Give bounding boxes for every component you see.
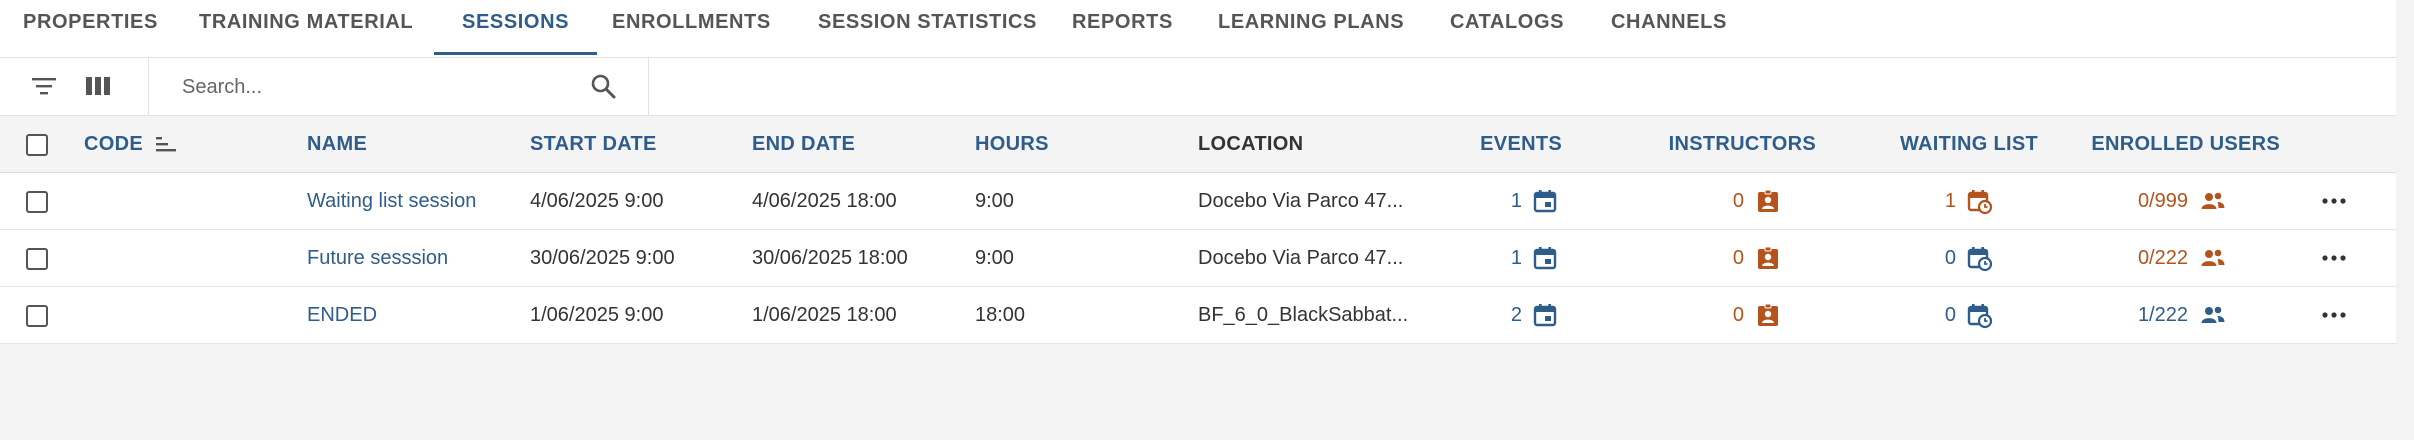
tab-learning-plans[interactable]: LEARNING PLANS: [1218, 0, 1404, 57]
calendar-icon[interactable]: [1533, 303, 1557, 327]
sessions-table: CODE NAME START DATE END DATE HOURS LOCA…: [0, 116, 2396, 344]
search-box: [150, 58, 648, 115]
session-hours: 9:00: [975, 247, 1014, 269]
instructor-badge-icon[interactable]: [1756, 189, 1780, 213]
session-hours: 9:00: [975, 190, 1014, 212]
instructors-count[interactable]: 0: [1650, 173, 1744, 229]
events-count[interactable]: 1: [1450, 173, 1522, 229]
session-location: Docebo Via Parco 47...: [1198, 247, 1404, 269]
session-start-date: 1/06/2025 9:00: [530, 304, 664, 326]
tab-catalogs[interactable]: CATALOGS: [1450, 0, 1564, 57]
calendar-clock-icon[interactable]: [1967, 246, 1993, 272]
users-icon[interactable]: [2200, 303, 2225, 327]
sort-icon[interactable]: [154, 134, 178, 158]
search-input[interactable]: [180, 70, 564, 104]
column-header-hours[interactable]: HOURS: [975, 116, 1049, 172]
events-count[interactable]: 1: [1450, 230, 1522, 286]
enrolled-users-count[interactable]: 0/999: [2080, 173, 2188, 229]
column-header-location: LOCATION: [1198, 133, 1304, 155]
column-header-waiting-list[interactable]: WAITING LIST: [1860, 116, 2038, 172]
session-end-date: 1/06/2025 18:00: [752, 304, 897, 326]
sessions-page: PROPERTIES TRAINING MATERIAL SESSIONS EN…: [0, 0, 2414, 440]
session-start-date: 30/06/2025 9:00: [530, 247, 675, 269]
instructors-count[interactable]: 0: [1650, 230, 1744, 286]
enrolled-users-count[interactable]: 0/222: [2080, 230, 2188, 286]
toolbar: [0, 58, 2396, 116]
more-options-icon[interactable]: [2320, 303, 2348, 327]
session-location: BF_6_0_BlackSabbat...: [1198, 304, 1409, 326]
tab-training-material[interactable]: TRAINING MATERIAL: [199, 0, 413, 57]
session-end-date: 4/06/2025 18:00: [752, 190, 897, 212]
column-header-end-date[interactable]: END DATE: [752, 116, 855, 172]
select-all-checkbox[interactable]: [26, 134, 48, 156]
toolbar-divider: [648, 58, 649, 115]
more-options-icon[interactable]: [2320, 189, 2348, 213]
column-header-name[interactable]: NAME: [307, 116, 367, 172]
calendar-icon[interactable]: [1533, 189, 1557, 213]
session-end-date: 30/06/2025 18:00: [752, 247, 908, 269]
users-icon[interactable]: [2200, 189, 2225, 213]
filter-icon[interactable]: [30, 72, 58, 100]
table-row: ENDED 1/06/2025 9:00 1/06/2025 18:00 18:…: [0, 287, 2396, 344]
users-icon[interactable]: [2200, 246, 2225, 270]
waiting-list-count[interactable]: 0: [1880, 230, 1956, 286]
column-header-code[interactable]: CODE: [84, 116, 143, 172]
instructor-badge-icon[interactable]: [1756, 246, 1780, 270]
column-header-events[interactable]: EVENTS: [1450, 116, 1562, 172]
tab-reports[interactable]: REPORTS: [1072, 0, 1173, 57]
column-header-start-date[interactable]: START DATE: [530, 116, 657, 172]
tab-sessions[interactable]: SESSIONS: [433, 0, 598, 57]
instructors-count[interactable]: 0: [1650, 287, 1744, 343]
tab-session-statistics[interactable]: SESSION STATISTICS: [818, 0, 1037, 57]
column-header-enrolled-users[interactable]: ENROLLED USERS: [2060, 116, 2280, 172]
instructor-badge-icon[interactable]: [1756, 303, 1780, 327]
calendar-clock-icon[interactable]: [1967, 303, 1993, 329]
toolbar-divider: [148, 58, 149, 115]
tab-bar: PROPERTIES TRAINING MATERIAL SESSIONS EN…: [0, 0, 2396, 58]
calendar-icon[interactable]: [1533, 246, 1557, 270]
column-header-instructors[interactable]: INSTRUCTORS: [1620, 116, 1816, 172]
enrolled-users-count[interactable]: 1/222: [2080, 287, 2188, 343]
row-checkbox[interactable]: [26, 248, 48, 270]
row-checkbox[interactable]: [26, 191, 48, 213]
search-icon[interactable]: [590, 73, 618, 101]
table-row: Waiting list session 4/06/2025 9:00 4/06…: [0, 173, 2396, 230]
columns-icon[interactable]: [84, 72, 112, 100]
session-location: Docebo Via Parco 47...: [1198, 190, 1404, 212]
row-checkbox[interactable]: [26, 305, 48, 327]
session-hours: 18:00: [975, 304, 1026, 326]
tab-channels[interactable]: CHANNELS: [1611, 0, 1727, 57]
session-name-link[interactable]: Waiting list session: [307, 173, 476, 229]
tab-enrollments[interactable]: ENROLLMENTS: [612, 0, 771, 57]
waiting-list-count[interactable]: 1: [1880, 173, 1956, 229]
tab-properties[interactable]: PROPERTIES: [23, 0, 158, 57]
table-header: CODE NAME START DATE END DATE HOURS LOCA…: [0, 116, 2396, 173]
calendar-clock-icon[interactable]: [1967, 189, 1993, 215]
session-start-date: 4/06/2025 9:00: [530, 190, 664, 212]
waiting-list-count[interactable]: 0: [1880, 287, 1956, 343]
table-row: Future sesssion 30/06/2025 9:00 30/06/20…: [0, 230, 2396, 287]
events-count[interactable]: 2: [1450, 287, 1522, 343]
session-name-link[interactable]: Future sesssion: [307, 230, 448, 286]
session-name-link[interactable]: ENDED: [307, 287, 377, 343]
more-options-icon[interactable]: [2320, 246, 2348, 270]
